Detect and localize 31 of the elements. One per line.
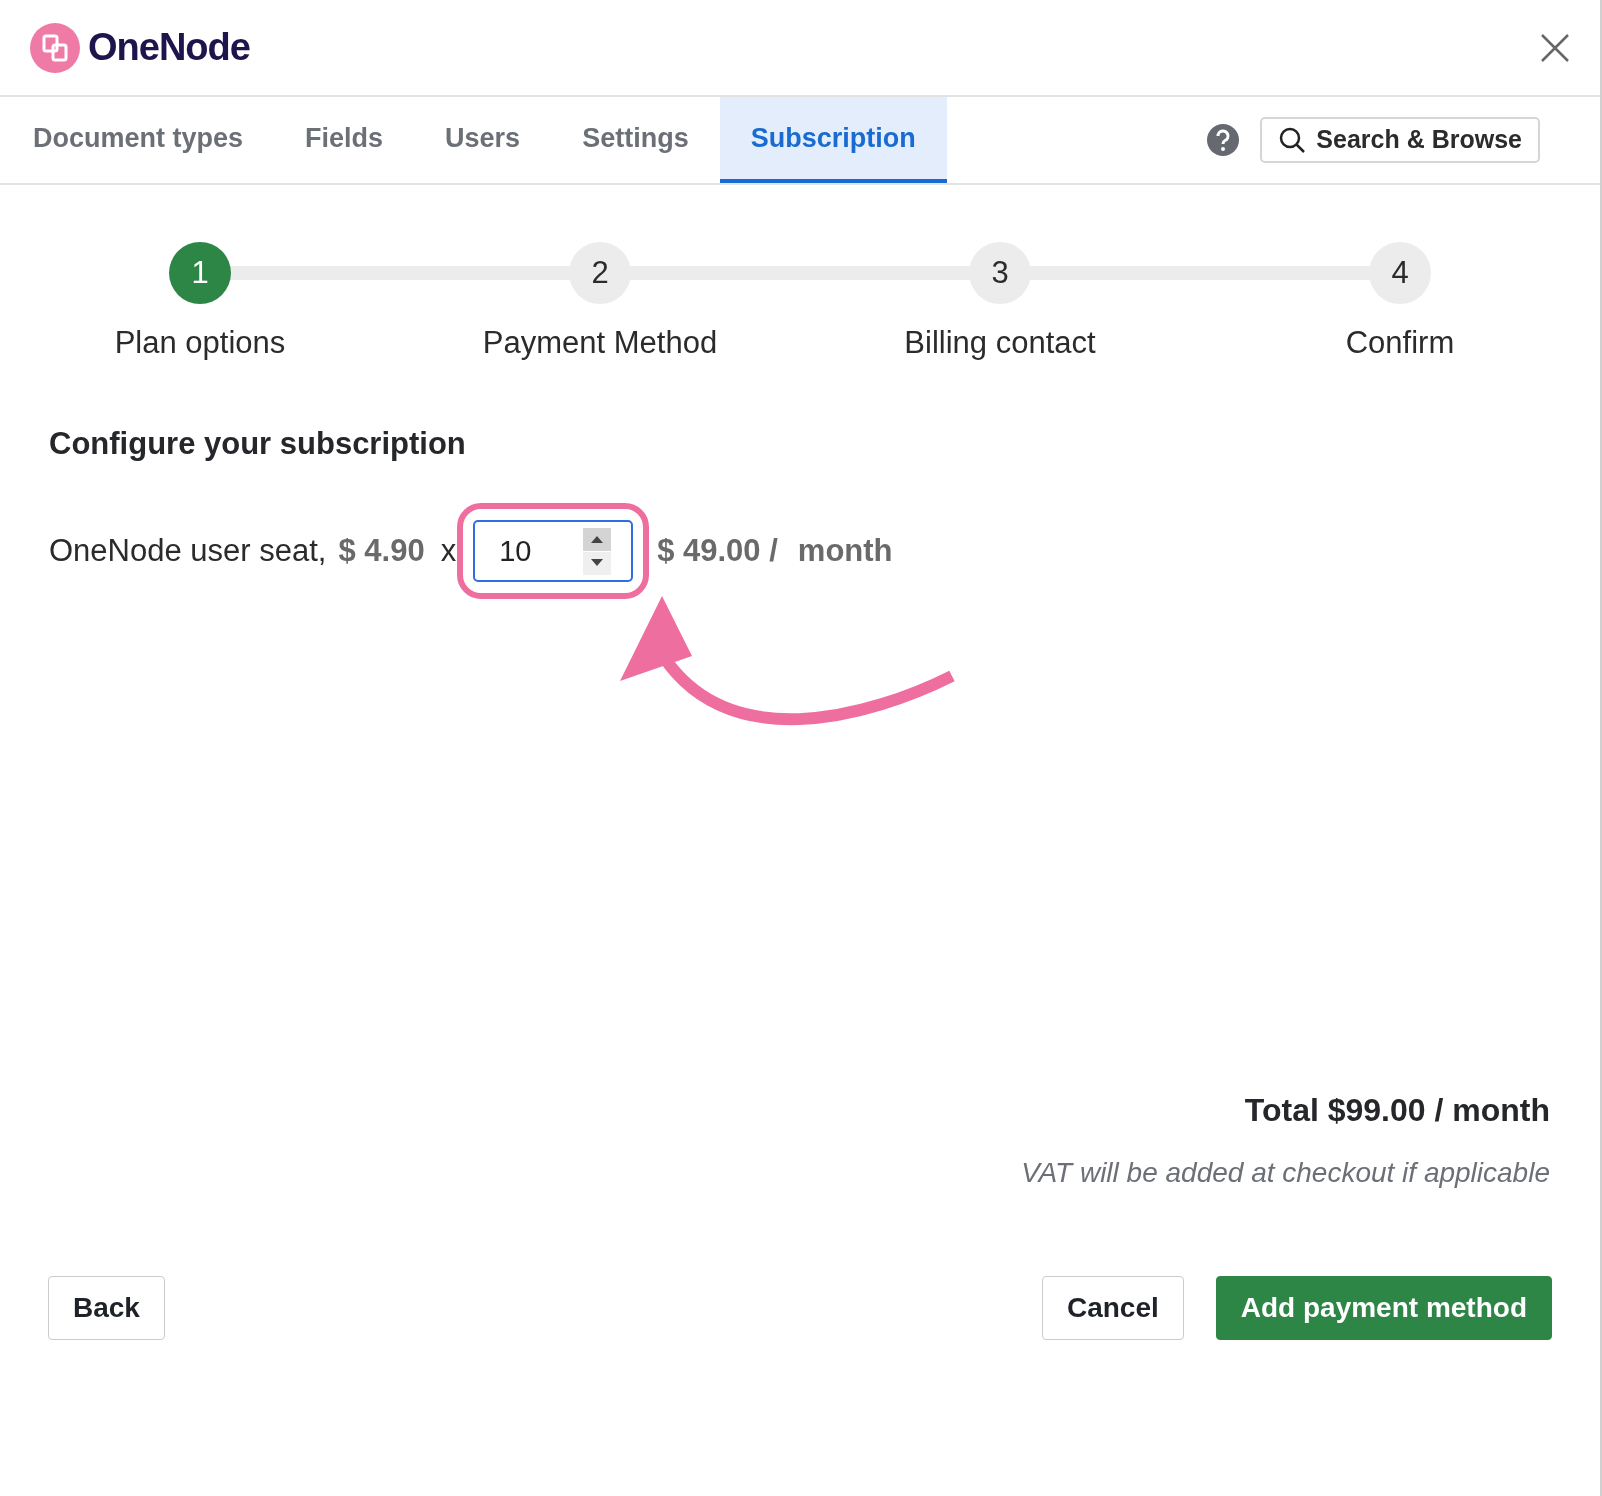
step-number: 3	[969, 242, 1031, 304]
vat-note: VAT will be added at checkout if applicable	[1021, 1156, 1550, 1190]
secondary-button[interactable]: Cancel	[1041, 1276, 1184, 1340]
period: month	[797, 531, 893, 570]
step-label: Plan options	[114, 324, 286, 362]
times-sign: x	[440, 531, 457, 570]
spinner-icon[interactable]	[583, 526, 612, 576]
step-label: Confirm	[1345, 324, 1455, 362]
total-price: Total $99.00 / month	[1244, 1091, 1550, 1130]
tab[interactable]: Users	[414, 97, 552, 183]
step-label: Payment Method	[482, 324, 718, 362]
tab[interactable]: Subscription	[719, 97, 947, 183]
step-number: 2	[569, 242, 631, 304]
step-number: 1	[169, 242, 231, 304]
search-icon	[1278, 126, 1307, 154]
logo-text: OneNode	[88, 25, 250, 70]
subtotal: $ 49.00 /	[657, 531, 778, 570]
search-button[interactable]: Search & Browse	[1260, 117, 1540, 163]
add-payment-method-button[interactable]: Add payment method	[1215, 1276, 1552, 1340]
close-icon[interactable]	[1540, 32, 1570, 63]
tab[interactable]: Document types	[2, 97, 275, 183]
seat-price: $ 4.90	[338, 531, 425, 570]
secondary-button[interactable]: Back	[48, 1276, 165, 1340]
seat-label: OneNode user seat,	[49, 531, 327, 570]
tab[interactable]: Settings	[551, 97, 720, 183]
step-number: 4	[1369, 242, 1431, 304]
step-label: Billing contact	[904, 324, 1096, 362]
section-title: Configure your subscription	[49, 424, 467, 463]
help-icon[interactable]	[1206, 123, 1241, 157]
logo-icon	[30, 22, 80, 73]
tab[interactable]: Fields	[274, 97, 415, 183]
